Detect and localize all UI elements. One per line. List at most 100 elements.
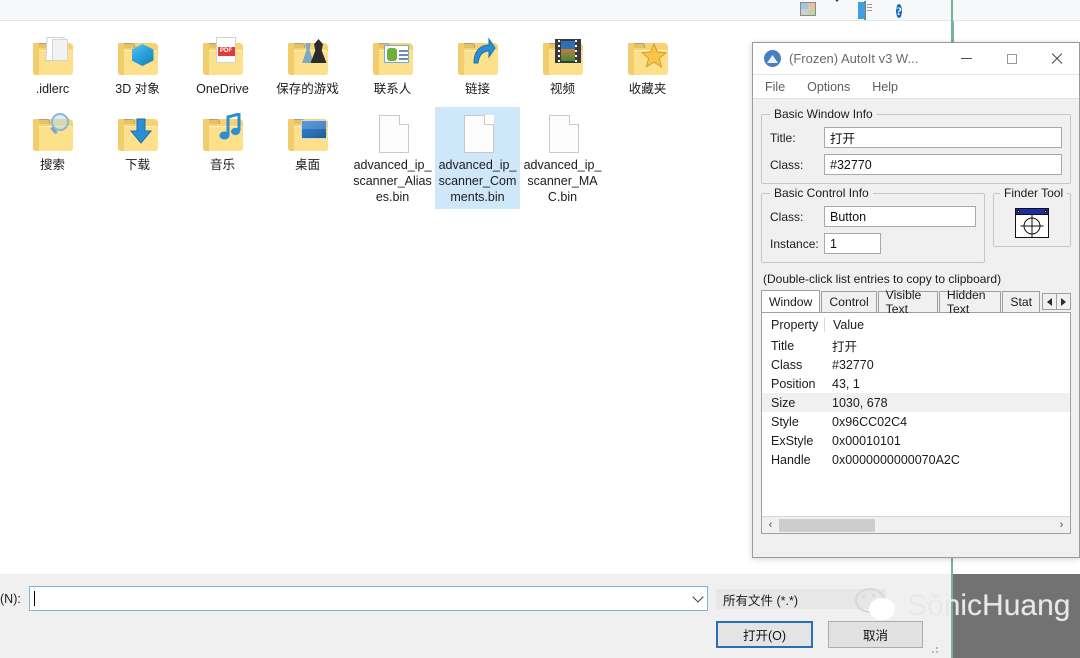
tab-control[interactable]: Control — [821, 291, 877, 312]
finder-target-icon[interactable] — [1015, 208, 1049, 238]
scrollbar-thumb[interactable] — [779, 518, 875, 532]
folder-item[interactable]: 音乐 — [180, 107, 265, 209]
property-list-rows: Title 打开 Class #32770 Position 43, 1 Size 1030,… — [762, 336, 1070, 469]
property-list-header: Property Value — [762, 313, 1070, 336]
item-label: 桌面 — [294, 158, 320, 172]
filename-input[interactable] — [29, 586, 708, 611]
menu-item-file[interactable]: File — [765, 80, 785, 94]
property-row[interactable]: Style 0x96CC02C4 — [762, 412, 1070, 431]
item-label: 3D 对象 — [115, 82, 160, 96]
open-button[interactable]: 打开(O) — [716, 621, 813, 648]
toolbar-icon-group: ? — [800, 0, 914, 20]
menu-item-help[interactable]: Help — [872, 80, 898, 94]
screen: ? .idlerc 3D 对象 PDF OneDrive 保存的游戏 联系人 链接 视频 收藏夹… — [0, 0, 1080, 658]
window-class-field[interactable]: #32770 — [824, 154, 1062, 175]
folder-item[interactable]: 联系人 — [350, 31, 435, 101]
chess-pieces-icon — [302, 39, 327, 65]
property-name: Title — [771, 338, 795, 353]
property-value: 0x00010101 — [832, 433, 901, 448]
folder-item[interactable]: 链接 — [435, 31, 520, 101]
folder-icon — [284, 111, 332, 155]
chevron-down-icon — [691, 590, 704, 603]
download-arrow-icon — [129, 118, 153, 144]
filetype-combobox[interactable]: 所有文件 (*.*) — [716, 589, 886, 609]
folder-icon — [624, 35, 672, 79]
folder-item[interactable]: 下载 — [95, 107, 180, 209]
close-button[interactable] — [1034, 43, 1079, 75]
folder-item[interactable]: 视频 — [520, 31, 605, 101]
tab-window[interactable]: Window — [761, 290, 821, 312]
folder-icon — [284, 35, 332, 79]
item-label: advanced_ip_scanner_MAC.bin — [523, 158, 602, 204]
property-name: Size — [771, 395, 796, 410]
property-value: 43, 1 — [832, 376, 860, 391]
window-title-field[interactable]: 打开 — [824, 127, 1062, 148]
icon-grid: .idlerc 3D 对象 PDF OneDrive 保存的游戏 联系人 链接 视频 收藏夹搜索… — [10, 31, 750, 215]
minimize-button[interactable] — [944, 43, 989, 75]
basic-control-info-wrap: Basic Control Info Class: Button Instanc… — [761, 186, 985, 263]
control-instance-label: Instance: — [770, 236, 819, 251]
autoit-title-bar[interactable]: (Frozen) AutoIt v3 W... — [753, 43, 1079, 75]
tab-visible-text[interactable]: Visible Text — [877, 288, 938, 316]
folder-item[interactable]: PDF OneDrive — [180, 31, 265, 101]
item-label: OneDrive — [196, 82, 249, 96]
scrollbar-track[interactable] — [875, 517, 1053, 533]
scroll-right-icon[interactable]: › — [1053, 517, 1070, 533]
property-row[interactable]: Class #32770 — [762, 355, 1070, 374]
basic-window-info-legend: Basic Window Info — [770, 107, 877, 121]
help-icon[interactable]: ? — [896, 2, 914, 18]
maximize-button[interactable] — [989, 43, 1034, 75]
resize-grip[interactable] — [931, 644, 941, 654]
property-list[interactable]: Property Value Title 打开 Class #32770 Positio… — [761, 313, 1071, 534]
folder-icon — [369, 35, 417, 79]
autoit-window-info[interactable]: (Frozen) AutoIt v3 W... File Options Hel… — [752, 42, 1080, 558]
cancel-button[interactable]: 取消 — [828, 621, 923, 648]
folder-item[interactable]: 搜索 — [10, 107, 95, 209]
folder-icon — [199, 111, 247, 155]
property-row[interactable]: ExStyle 0x00010101 — [762, 431, 1070, 450]
folder-item[interactable]: 3D 对象 — [95, 31, 180, 101]
document-shape — [548, 115, 579, 153]
property-value: 0x96CC02C4 — [832, 414, 908, 429]
file-item[interactable]: advanced_ip_scanner_MAC.bin — [520, 107, 605, 209]
scroll-left-icon[interactable] — [1042, 293, 1057, 310]
finder-tool-group[interactable]: Finder Tool — [993, 186, 1071, 247]
copy-hint-text: (Double-click list entries to copy to cl… — [763, 272, 1002, 286]
property-row[interactable]: Handle 0x0000000000070A2C — [762, 450, 1070, 469]
file-item[interactable]: advanced_ip_scanner_Comments.bin — [435, 107, 520, 209]
paper-overlay-icon-2 — [51, 39, 68, 61]
scroll-left-icon[interactable]: ‹ — [762, 517, 779, 533]
control-class-field[interactable]: Button — [824, 206, 976, 227]
horizontal-scrollbar[interactable]: ‹ › — [762, 516, 1070, 533]
video-film-icon — [554, 39, 581, 63]
folder-item[interactable]: .idlerc — [10, 31, 95, 101]
item-label: 音乐 — [209, 158, 235, 172]
file-item[interactable]: advanced_ip_scanner_Aliases.bin — [350, 107, 435, 209]
control-instance-field[interactable]: 1 — [824, 233, 881, 254]
window-class-label: Class: — [770, 157, 804, 172]
autoit-body: Basic Window Info Title: 打开 Class: #3277… — [753, 99, 1079, 534]
property-row[interactable]: Size 1030, 678 — [762, 393, 1070, 412]
property-value: #32770 — [832, 357, 874, 372]
view-grid-icon[interactable] — [800, 2, 818, 18]
scroll-right-icon[interactable] — [1056, 293, 1071, 310]
chevron-down-icon[interactable] — [832, 0, 850, 19]
filename-dropdown-button[interactable] — [688, 587, 707, 610]
preview-pane-icon[interactable] — [864, 1, 882, 20]
property-row[interactable]: Position 43, 1 — [762, 374, 1070, 393]
folder-item[interactable]: 桌面 — [265, 107, 350, 209]
item-label: 视频 — [549, 82, 575, 96]
menu-item-options[interactable]: Options — [807, 80, 850, 94]
folder-item[interactable]: 保存的游戏 — [265, 31, 350, 101]
property-name: Class — [771, 357, 803, 372]
folder-icon — [114, 111, 162, 155]
basic-control-info-group: Basic Control Info Class: Button Instanc… — [761, 186, 985, 263]
folder-item[interactable]: 收藏夹 — [605, 31, 690, 101]
folder-icon — [29, 35, 77, 79]
property-row[interactable]: Title 打开 — [762, 336, 1070, 355]
window-title-row: Title: 打开 — [770, 127, 1062, 148]
item-label: 下载 — [124, 158, 150, 172]
autoit-tab-bar: Window Control Visible Text Hidden Text Stat — [761, 288, 1071, 316]
tab-hidden-text[interactable]: Hidden Text — [938, 288, 1002, 316]
tab-stat[interactable]: Stat — [1002, 291, 1040, 312]
